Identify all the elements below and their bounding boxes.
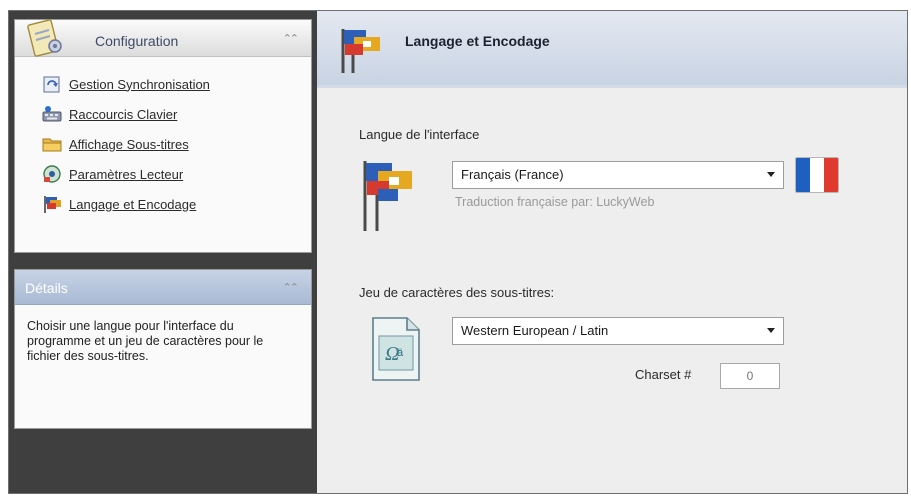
interface-language-label: Langue de l'interface <box>359 127 480 142</box>
sidebar-item-label: Gestion Synchronisation <box>69 76 210 92</box>
collapse-configuration-icon[interactable]: ⌃⌃ <box>283 32 300 45</box>
chevron-down-icon <box>767 328 775 333</box>
chevron-down-icon <box>767 172 775 177</box>
encoding-select-value: Western European / Latin <box>461 323 609 338</box>
clipboard-settings-icon <box>27 19 62 57</box>
language-flags-header-icon <box>341 29 380 73</box>
details-header[interactable]: Détails ⌃⌃ <box>15 270 311 305</box>
language-flags-icon <box>363 161 412 231</box>
language-select[interactable]: Français (France) <box>452 161 784 189</box>
encoding-document-icon: Ω ä <box>372 317 420 381</box>
sidebar-item-sync[interactable]: Gestion Synchronisation <box>15 69 311 99</box>
charset-number-input[interactable] <box>720 363 780 389</box>
left-pane: Configuration ⌃⌃ Gestion Synchronisation <box>9 11 317 493</box>
language-select-value: Français (France) <box>461 167 564 182</box>
collapse-details-icon[interactable]: ⌃⌃ <box>283 281 300 294</box>
header-divider <box>317 85 907 88</box>
flags-icon <box>44 196 61 213</box>
right-pane: Langage et Encodage Langue de l'interfac… <box>317 11 907 493</box>
configuration-title: Configuration <box>95 33 179 49</box>
details-panel: Détails ⌃⌃ Choisir une langue pour l'int… <box>14 269 312 429</box>
configuration-panel: Configuration ⌃⌃ Gestion Synchronisation <box>14 19 312 253</box>
folder-icon <box>42 138 62 152</box>
page-header: Langage et Encodage <box>317 11 907 85</box>
sidebar-item-label: Langage et Encodage <box>69 196 197 212</box>
encoding-select[interactable]: Western European / Latin <box>452 317 784 345</box>
sidebar-item-label: Raccourcis Clavier <box>69 106 178 122</box>
options-window: Configuration ⌃⌃ Gestion Synchronisation <box>8 10 908 494</box>
sidebar-item-label: Affichage Sous-titres <box>69 136 189 152</box>
sync-icon <box>43 76 60 93</box>
details-text: Choisir une langue pour l'interface du p… <box>27 319 264 363</box>
french-flag-icon <box>795 157 839 193</box>
sidebar-item-subtitles-display[interactable]: Affichage Sous-titres <box>15 129 311 159</box>
translation-credit: Traduction française par: LuckyWeb <box>455 195 655 209</box>
subtitle-charset-label: Jeu de caractères des sous-titres: <box>359 285 555 300</box>
sidebar-item-language-encoding[interactable]: Langage et Encodage <box>15 189 311 219</box>
details-title: Détails <box>25 280 68 296</box>
page-title: Langage et Encodage <box>405 33 550 49</box>
sidebar-item-player-settings[interactable]: Paramètres Lecteur <box>15 159 311 189</box>
player-icon <box>43 165 61 183</box>
sidebar-item-label: Paramètres Lecteur <box>69 166 184 182</box>
sidebar-item-shortcuts[interactable]: Raccourcis Clavier <box>15 99 311 129</box>
configuration-links: Gestion Synchronisation Raccourcis Clavi… <box>15 57 311 219</box>
svg-text:ä: ä <box>397 347 404 359</box>
charset-number-label: Charset # <box>635 367 692 382</box>
keyboard-icon <box>42 106 62 122</box>
configuration-header[interactable]: Configuration ⌃⌃ <box>15 19 311 57</box>
